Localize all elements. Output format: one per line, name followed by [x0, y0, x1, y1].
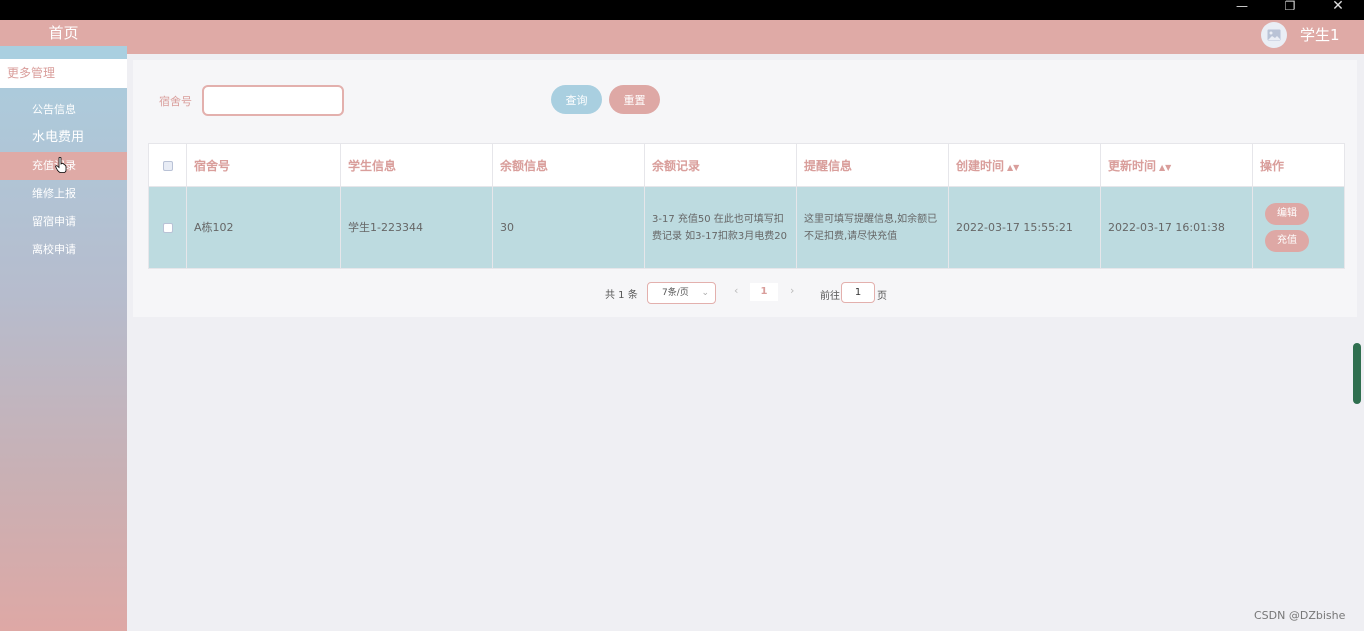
goto-page-input[interactable]: 1 — [841, 282, 875, 303]
cell-created: 2022-03-17 15:55:21 — [948, 186, 1101, 269]
col-header-updated[interactable]: 更新时间 ▲▼ — [1100, 143, 1253, 187]
select-all-cell — [148, 143, 187, 187]
cell-record: 3-17 充值50 在此也可填写扣费记录 如3-17扣款3月电费20 — [644, 186, 797, 269]
sort-icon[interactable]: ▲▼ — [1007, 163, 1019, 172]
pagination-page-suffix: 页 — [877, 291, 887, 302]
sidebar-item-repair-report[interactable]: 维修上报 — [0, 180, 127, 208]
sidebar-item-stay-request[interactable]: 留宿申请 — [0, 208, 127, 236]
page-number-current[interactable]: 1 — [750, 283, 778, 301]
col-header-updated-label: 更新时间 — [1108, 158, 1157, 173]
pagination-goto-label: 前往 — [820, 291, 840, 302]
hand-cursor-icon — [55, 157, 67, 173]
scrollbar[interactable] — [1353, 343, 1361, 404]
sidebar-home[interactable]: 首页 — [0, 20, 127, 46]
page-size-select[interactable]: 7条/页 ⌄ — [647, 282, 716, 304]
recharge-button[interactable]: 充值 — [1265, 230, 1309, 252]
next-page-icon[interactable]: › — [790, 284, 794, 297]
watermark: CSDN @DZbishe — [1254, 609, 1346, 622]
sidebar-item-utility-fees[interactable]: 水电费用 — [0, 124, 127, 152]
window-titlebar: — ❐ ✕ — [0, 0, 1364, 20]
top-header: 学生1 — [127, 20, 1364, 54]
col-header-created[interactable]: 创建时间 ▲▼ — [948, 143, 1101, 187]
sidebar: 首页 更多管理 公告信息 水电费用 充值记录 维修上报 留宿申请 离校申请 — [0, 20, 127, 631]
col-header-balance: 余额信息 — [492, 143, 645, 187]
cell-updated: 2022-03-17 16:01:38 — [1100, 186, 1253, 269]
reset-button[interactable]: 重置 — [609, 85, 660, 114]
page-size-value: 7条/页 — [662, 288, 689, 298]
data-table: 宿舍号 学生信息 余额信息 余额记录 提醒信息 创建时间 ▲▼ 更新时间 ▲▼ 操作… — [148, 143, 1345, 269]
pagination-total: 共 1 条 — [605, 290, 638, 301]
col-header-student: 学生信息 — [340, 143, 493, 187]
restore-icon[interactable]: ❐ — [1266, 0, 1314, 14]
sidebar-group-more[interactable]: 更多管理 — [0, 59, 127, 88]
sidebar-item-notice[interactable]: 公告信息 — [0, 96, 127, 124]
sidebar-item-leave-request[interactable]: 离校申请 — [0, 236, 127, 264]
col-header-record: 余额记录 — [644, 143, 797, 187]
chevron-down-icon: ⌄ — [701, 288, 709, 298]
sort-icon[interactable]: ▲▼ — [1159, 163, 1171, 172]
dorm-search-input[interactable] — [202, 85, 344, 116]
cell-actions: 编辑 充值 — [1252, 186, 1345, 269]
close-icon[interactable]: ✕ — [1314, 0, 1362, 14]
select-all-checkbox[interactable] — [162, 160, 173, 171]
sidebar-divider — [0, 46, 127, 59]
edit-button[interactable]: 编辑 — [1265, 203, 1309, 225]
row-checkbox[interactable] — [162, 223, 173, 233]
username[interactable]: 学生1 — [1300, 24, 1340, 45]
col-header-dorm: 宿舍号 — [186, 143, 341, 187]
col-header-created-label: 创建时间 — [956, 158, 1005, 173]
cell-balance: 30 — [492, 186, 645, 269]
col-header-actions: 操作 — [1252, 143, 1345, 187]
query-button[interactable]: 查询 — [551, 85, 602, 114]
prev-page-icon[interactable]: ‹ — [734, 284, 738, 297]
image-icon — [1267, 29, 1281, 41]
col-header-remind: 提醒信息 — [796, 143, 949, 187]
cell-remind: 这里可填写提醒信息,如余额已不足扣费,请尽快充值 — [796, 186, 949, 269]
row-select-cell — [148, 186, 187, 269]
minimize-icon[interactable]: — — [1218, 0, 1266, 14]
avatar[interactable] — [1261, 22, 1287, 48]
table-row: A栋102 学生1-223344 30 3-17 充值50 在此也可填写扣费记录… — [148, 186, 1345, 269]
table-header-row: 宿舍号 学生信息 余额信息 余额记录 提醒信息 创建时间 ▲▼ 更新时间 ▲▼ 操作 — [148, 143, 1345, 187]
search-label-dorm: 宿舍号 — [159, 95, 192, 108]
cell-student: 学生1-223344 — [340, 186, 493, 269]
cell-dorm: A栋102 — [186, 186, 341, 269]
